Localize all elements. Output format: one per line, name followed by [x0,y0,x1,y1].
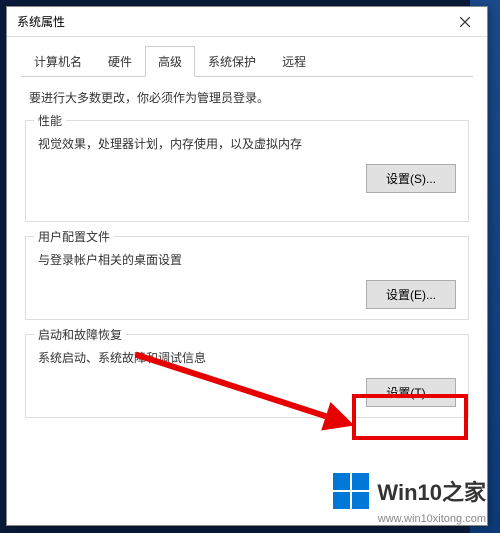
user-profile-group: 用户配置文件 与登录帐户相关的桌面设置 设置(E)... [25,236,469,320]
watermark-url: www.win10xitong.com [378,513,486,525]
tab-system-protection[interactable]: 系统保护 [195,46,269,77]
performance-settings-button[interactable]: 设置(S)... [366,164,456,193]
watermark-brand: Win10之家 [377,475,486,507]
performance-group-desc: 视觉效果，处理器计划，内存使用，以及虚拟内存 [38,135,456,152]
windows-logo-icon [333,473,369,509]
watermark: Win10之家 [333,473,486,509]
tab-computer-name[interactable]: 计算机名 [21,46,95,77]
titlebar: 系统属性 [7,7,487,37]
admin-note: 要进行大多数更改，你必须作为管理员登录。 [29,89,465,106]
close-button[interactable] [442,7,487,37]
performance-group: 性能 视觉效果，处理器计划，内存使用，以及虚拟内存 设置(S)... [25,120,469,222]
tab-bar: 计算机名 硬件 高级 系统保护 远程 [21,45,473,77]
user-profile-group-desc: 与登录帐户相关的桌面设置 [38,251,456,268]
tab-advanced[interactable]: 高级 [145,46,195,77]
user-profile-settings-button[interactable]: 设置(E)... [366,280,456,309]
annotation-highlight-box [352,394,468,440]
close-icon [460,17,470,27]
system-properties-dialog: 系统属性 计算机名 硬件 高级 系统保护 远程 要进行大多数更改，你必须作为管理… [6,6,488,526]
window-title: 系统属性 [17,13,65,30]
tab-remote[interactable]: 远程 [269,46,319,77]
startup-recovery-group-title: 启动和故障恢复 [34,326,126,343]
performance-group-title: 性能 [34,112,66,129]
user-profile-group-title: 用户配置文件 [34,228,114,245]
tab-hardware[interactable]: 硬件 [95,46,145,77]
